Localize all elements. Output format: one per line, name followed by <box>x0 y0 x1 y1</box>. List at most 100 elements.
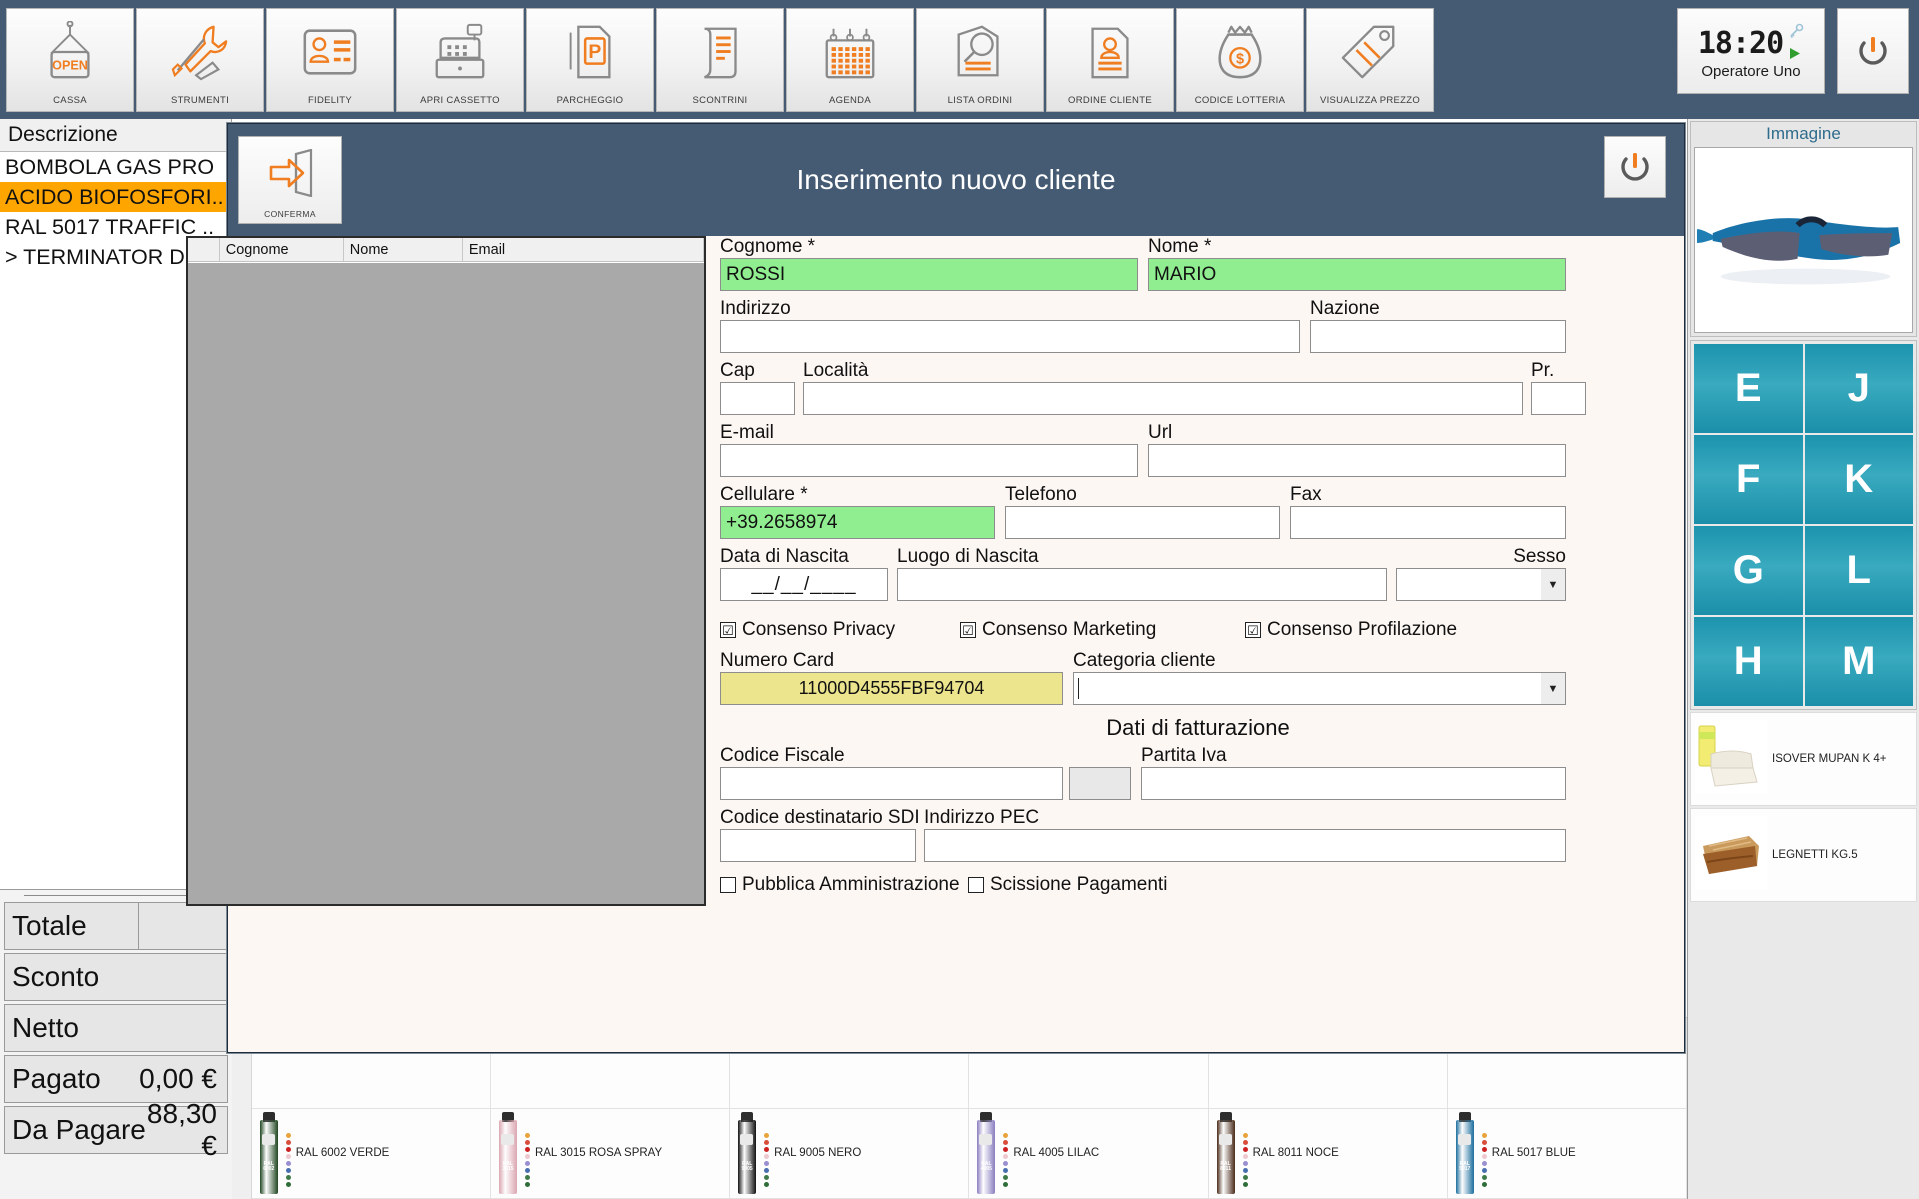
field-fax: Fax <box>1290 484 1566 539</box>
product-strip-cell[interactable]: RAL 8011 RAL 8011 NOCE <box>1208 1108 1448 1199</box>
codice-sdi-input[interactable] <box>720 829 916 862</box>
row-cellulare-telefono-fax: Cellulare * +39.2658974 Telefono Fax <box>720 484 1676 539</box>
toolbar-right-cluster: 18:20 Operatore Uno <box>1677 8 1909 94</box>
field-categoria-cliente: Categoria cliente ▼ <box>1073 650 1566 705</box>
customer-list-column-nome[interactable]: Nome <box>344 238 463 261</box>
product-strip-cell[interactable]: RAL 5017 RAL 5017 BLUE <box>1447 1108 1687 1199</box>
description-column-header: Descrizione <box>0 119 231 152</box>
categoria-cliente-select[interactable]: ▼ <box>1073 672 1566 705</box>
partita-iva-input[interactable] <box>1141 767 1566 800</box>
consenso-marketing-box[interactable]: ☑ <box>960 622 976 638</box>
email-input[interactable] <box>720 444 1138 477</box>
customer-list-body[interactable] <box>188 263 704 904</box>
pubblica-amministrazione-box[interactable] <box>720 877 736 893</box>
totals-row-value: 0,00 € <box>139 1063 217 1094</box>
field-nome: Nome * MARIO <box>1148 236 1566 291</box>
customer-list-column-email[interactable]: Email <box>463 238 704 261</box>
toolbar-button-scontrini[interactable]: SCONTRINI <box>656 7 784 112</box>
chevron-down-icon[interactable]: ▼ <box>1541 673 1565 704</box>
luogo-nascita-input[interactable] <box>897 568 1387 601</box>
tools-icon <box>137 9 263 95</box>
keypad-key-h[interactable]: H <box>1694 617 1803 706</box>
toolbar-button-visualizza-prezzo[interactable]: VISUALIZZA PREZZO <box>1306 7 1434 112</box>
checkbox-consenso-marketing[interactable]: ☑ Consenso Marketing <box>960 619 1245 641</box>
cellulare-input[interactable]: +39.2658974 <box>720 506 995 539</box>
product-strip-cell[interactable]: RAL 3015 RAL 3015 ROSA SPRAY <box>490 1108 731 1199</box>
customer-list-column-cognome[interactable]: Cognome <box>220 238 344 261</box>
fax-input[interactable] <box>1290 506 1566 539</box>
checkbox-consenso-privacy[interactable]: ☑ Consenso Privacy <box>720 619 960 641</box>
product-strip-cell[interactable]: RAL 6002 RAL 6002 VERDE <box>251 1108 491 1199</box>
customer-list-panel: Cognome Nome Email <box>186 236 706 906</box>
clock-operator-box[interactable]: 18:20 Operatore Uno <box>1677 8 1825 94</box>
toolbar-button-lista-ordini[interactable]: LISTA ORDINI <box>916 7 1044 112</box>
toolbar-button-strumenti[interactable]: STRUMENTI <box>136 7 264 112</box>
keypad-key-l[interactable]: L <box>1804 526 1913 615</box>
indirizzo-input[interactable] <box>720 320 1300 353</box>
right-product-item[interactable]: LEGNETTI KG.5 <box>1690 808 1917 902</box>
keypad-key-e[interactable]: E <box>1694 344 1803 433</box>
dialog-close-button[interactable] <box>1604 136 1666 198</box>
numero-card-input[interactable]: 11000D4555FBF94704 <box>720 672 1063 705</box>
keypad-key-f[interactable]: F <box>1694 435 1803 524</box>
description-list-item[interactable]: ACIDO BIOFOSFORI.. <box>0 182 231 212</box>
keypad-row: EJ <box>1693 343 1914 434</box>
right-sidebar: Immagine EJFKGLHM ISOVER MUPAN K 4+ LEGNE… <box>1687 119 1919 1199</box>
toolbar-button-parcheggio[interactable]: P PARCHEGGIO <box>526 7 654 112</box>
cognome-input[interactable]: ROSSI <box>720 258 1138 291</box>
url-label: Url <box>1148 422 1173 443</box>
consenso-privacy-box[interactable]: ☑ <box>720 622 736 638</box>
right-product-item[interactable]: ISOVER MUPAN K 4+ <box>1690 712 1917 806</box>
codice-fiscale-input[interactable] <box>720 767 1063 800</box>
toolbar-button-cassa[interactable]: OPEN CASSA <box>6 7 134 112</box>
keypad-key-m[interactable]: M <box>1804 617 1913 706</box>
toolbar-button-agenda[interactable]: AGENDA <box>786 7 914 112</box>
id-card-icon <box>267 9 393 95</box>
toolbar-button-apri-cassetto[interactable]: APRI CASSETTO <box>396 7 524 112</box>
key-icon[interactable] <box>1788 23 1804 44</box>
confirm-button[interactable]: CONFERMA <box>238 136 342 224</box>
scissione-pagamenti-box[interactable] <box>968 877 984 893</box>
field-indirizzo-pec: Indirizzo PEC <box>924 807 1566 862</box>
keypad-key-k[interactable]: K <box>1804 435 1913 524</box>
indirizzo-pec-label: Indirizzo PEC <box>924 807 1040 828</box>
pr-input[interactable] <box>1531 382 1586 415</box>
keypad-key-j[interactable]: J <box>1804 344 1913 433</box>
power-button[interactable] <box>1837 8 1909 94</box>
checkbox-pubblica-amministrazione[interactable]: Pubblica Amministrazione <box>720 874 968 896</box>
codice-fiscale-check-button[interactable] <box>1069 767 1131 800</box>
indirizzo-pec-input[interactable] <box>924 829 1566 862</box>
description-list-item[interactable]: BOMBOLA GAS PRO <box>0 152 231 182</box>
checkbox-scissione-pagamenti[interactable]: Scissione Pagamenti <box>968 874 1167 896</box>
product-strip-cell[interactable]: RAL 9005 RAL 9005 NERO <box>730 1108 970 1199</box>
keypad-key-g[interactable]: G <box>1694 526 1803 615</box>
totals-row-da-pagare: Da Pagare 88,30 € <box>4 1098 228 1161</box>
field-nazione: Nazione <box>1310 298 1566 353</box>
sesso-select[interactable]: ▼ <box>1396 568 1566 601</box>
product-strip-cell[interactable]: RAL 4005 RAL 4005 LILAC <box>969 1108 1209 1199</box>
telefono-input[interactable] <box>1005 506 1280 539</box>
cap-input[interactable] <box>720 382 795 415</box>
localita-input[interactable] <box>803 382 1523 415</box>
chevron-down-icon[interactable]: ▼ <box>1541 569 1565 600</box>
sunglasses-photo <box>1695 148 1912 332</box>
field-codice-fiscale: Codice Fiscale <box>720 745 1063 800</box>
totals-row-totale: Totale <box>4 902 228 950</box>
toolbar-button-codice-lotteria[interactable]: $ CODICE LOTTERIA <box>1176 7 1304 112</box>
checkbox-consenso-profilazione[interactable]: ☑ Consenso Profilazione <box>1245 619 1457 641</box>
partita-iva-label: Partita Iva <box>1141 745 1227 766</box>
exit-arrow-icon <box>263 137 317 209</box>
consenso-profilazione-box[interactable]: ☑ <box>1245 622 1261 638</box>
field-cognome: Cognome * ROSSI <box>720 236 1138 291</box>
order-search-icon <box>917 9 1043 95</box>
color-swatch-dots <box>1481 1119 1488 1188</box>
url-input[interactable] <box>1148 444 1566 477</box>
data-nascita-input[interactable]: __/__/____ <box>720 568 888 601</box>
row-nascita-sesso: Data di Nascita __/__/____ Luogo di Nasc… <box>720 546 1676 601</box>
toolbar-button-fidelity[interactable]: FIDELITY <box>266 7 394 112</box>
nome-input[interactable]: MARIO <box>1148 258 1566 291</box>
right-product-list: ISOVER MUPAN K 4+ LEGNETTI KG.5 <box>1688 712 1919 902</box>
nazione-input[interactable] <box>1310 320 1566 353</box>
clock-side-icons <box>1788 23 1804 65</box>
toolbar-button-ordine-cliente[interactable]: ORDINE CLIENTE <box>1046 7 1174 112</box>
